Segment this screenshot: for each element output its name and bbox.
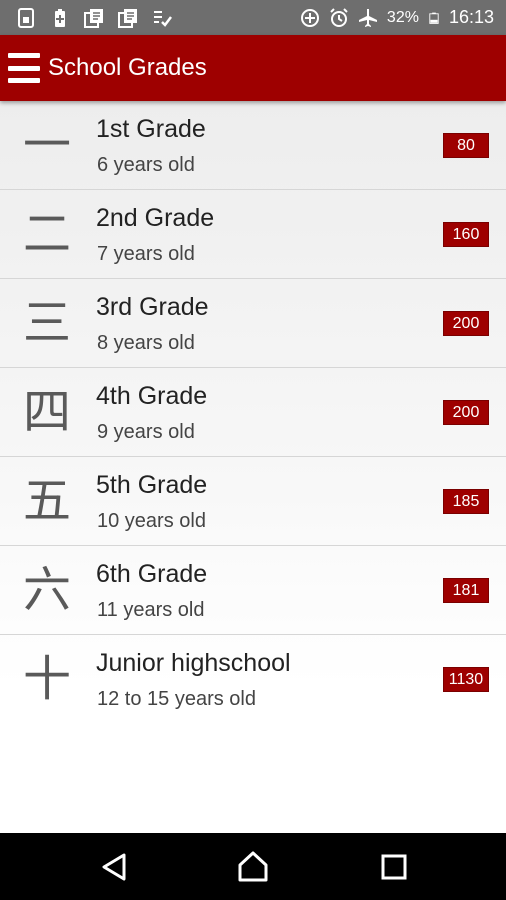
checklist-icon: [154, 10, 172, 27]
grade-title: 1st Grade: [96, 115, 206, 143]
kanji-six-icon: 六: [22, 562, 71, 618]
grade-title: 2nd Grade: [96, 204, 215, 232]
grade-title: 6th Grade: [96, 560, 208, 588]
page-title: School Grades: [48, 54, 207, 81]
grade-title: 3rd Grade: [96, 293, 209, 321]
count-badge: 181: [443, 578, 489, 603]
back-icon[interactable]: [92, 845, 136, 889]
grade-age: 8 years old: [97, 332, 195, 354]
kanji-four-icon: 四: [22, 384, 71, 440]
navigation-bar: [0, 833, 506, 900]
grade-age: 11 years old: [97, 599, 205, 621]
grade-row-2nd[interactable]: 二 2nd Grade 7 years old 160: [0, 190, 506, 279]
grade-age: 7 years old: [97, 243, 195, 265]
count-badge: 160: [443, 222, 489, 247]
grade-title: 5th Grade: [96, 471, 208, 499]
grade-age: 6 years old: [97, 154, 195, 176]
clock: 16:13: [448, 7, 494, 27]
kanji-ten-icon: 十: [22, 651, 71, 707]
grade-age: 12 to 15 years old: [97, 688, 256, 710]
battery-icon: [429, 12, 439, 24]
count-badge: 1130: [443, 667, 489, 692]
alarm-icon: [330, 7, 348, 27]
app-bar: School Grades: [0, 35, 506, 101]
status-bar: 32% 16:13: [0, 0, 506, 35]
notes-icon: [84, 8, 103, 28]
grade-row-4th[interactable]: 四 4th Grade 9 years old 200: [0, 368, 506, 457]
kanji-one-icon: 一: [22, 117, 71, 173]
count-badge: 200: [443, 311, 489, 336]
grade-age: 10 years old: [97, 510, 206, 532]
count-badge: 200: [443, 400, 489, 425]
hamburger-menu-icon[interactable]: [8, 53, 40, 83]
count-badge: 80: [443, 133, 489, 158]
grade-age: 9 years old: [97, 421, 195, 443]
grade-title: 4th Grade: [96, 382, 208, 410]
grade-row-6th[interactable]: 六 6th Grade 11 years old 181: [0, 546, 506, 635]
battery-saver-icon: [55, 8, 65, 27]
grade-row-5th[interactable]: 五 5th Grade 10 years old 185: [0, 457, 506, 546]
notes-icon: [118, 8, 137, 28]
recents-icon[interactable]: [372, 845, 416, 889]
kanji-three-icon: 三: [22, 295, 71, 351]
home-icon[interactable]: [231, 845, 275, 889]
airplane-mode-icon: [358, 8, 377, 27]
data-saver-icon: [300, 8, 319, 27]
grade-row-junior-highschool[interactable]: 十 Junior highschool 12 to 15 years old 1…: [0, 635, 506, 723]
grade-list: 一 1st Grade 6 years old 80 二 2nd Grade 7…: [0, 101, 506, 833]
grade-row-1st[interactable]: 一 1st Grade 6 years old 80: [0, 101, 506, 190]
sim-card-icon: [18, 7, 34, 28]
kanji-five-icon: 五: [22, 473, 71, 529]
grade-title: Junior highschool: [96, 649, 291, 677]
status-left-icons: [0, 7, 172, 28]
battery-percent: 32%: [386, 8, 419, 26]
grade-row-3rd[interactable]: 三 3rd Grade 8 years old 200: [0, 279, 506, 368]
status-right-icons: 32% 16:13: [300, 7, 506, 28]
count-badge: 185: [443, 489, 489, 514]
kanji-two-icon: 二: [22, 206, 71, 262]
